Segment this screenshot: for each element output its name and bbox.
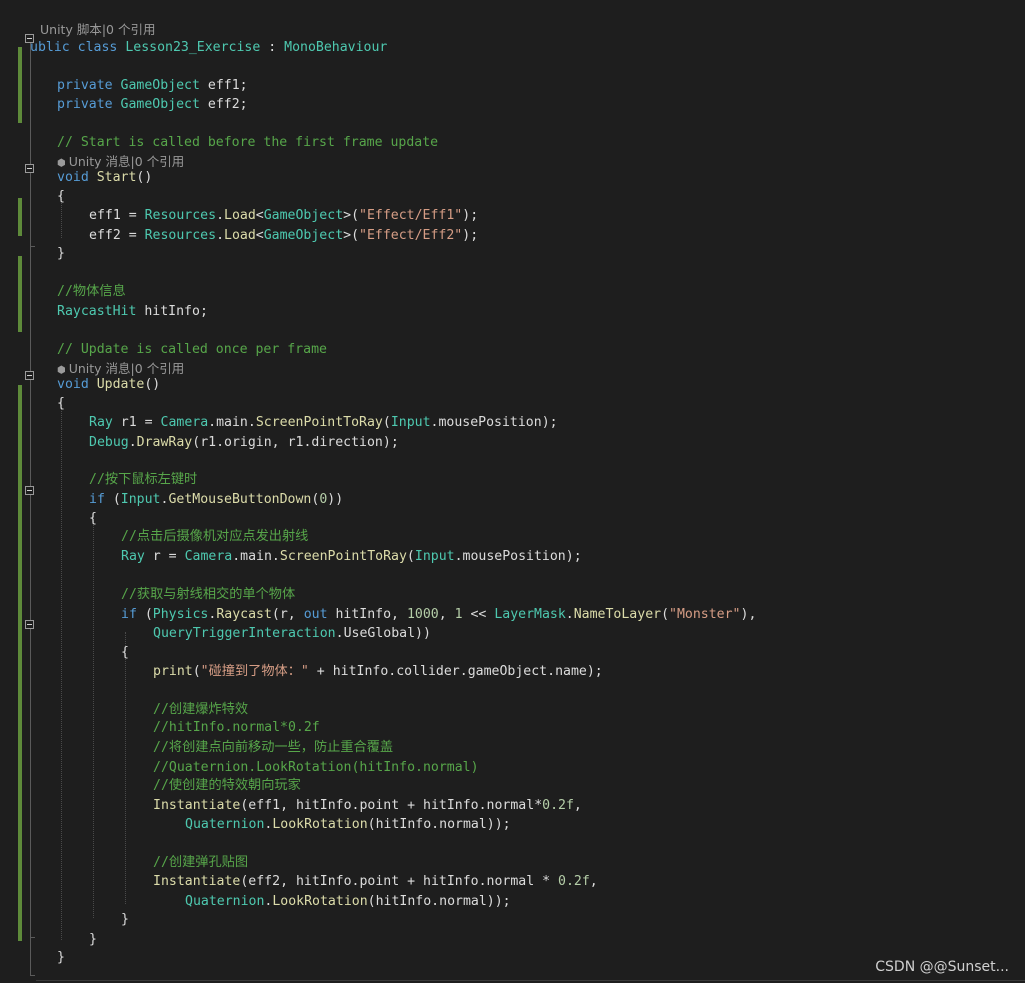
codelens-text: Unity 消息|0 个引用	[68, 361, 185, 376]
code-line: // Update is called once per frame	[57, 342, 327, 357]
code-line: Ray r = Camera.main.ScreenPointToRay(Inp…	[121, 549, 582, 564]
fold-end-marker	[30, 975, 35, 976]
code-line: private GameObject eff2;	[57, 97, 248, 112]
code-line: Quaternion.LookRotation(hitInfo.normal))…	[185, 894, 511, 909]
code-line: }	[89, 932, 97, 947]
indent-guide	[125, 632, 126, 904]
code-line: eff2 = Resources.Load<GameObject>("Effec…	[89, 228, 479, 243]
code-line: //点击后摄像机对应点发出射线	[121, 529, 309, 544]
changed-lines-marker	[18, 47, 22, 123]
code-line: }	[121, 912, 129, 927]
code-line: }	[57, 246, 65, 261]
code-line: ublic class Lesson23_Exercise : MonoBeha…	[30, 40, 388, 55]
fold-end-marker	[30, 937, 35, 938]
code-line: private GameObject eff1;	[57, 78, 248, 93]
code-line: //将创建点向前移动一些，防止重合覆盖	[153, 740, 394, 755]
code-line: //使创建的特效朝向玩家	[153, 778, 301, 793]
code-line: Quaternion.LookRotation(hitInfo.normal))…	[185, 817, 511, 832]
code-line: Instantiate(eff2, hitInfo.point + hitInf…	[153, 874, 598, 889]
code-line: //Quaternion.LookRotation(hitInfo.normal…	[153, 760, 479, 775]
code-editor[interactable]: Unity 脚本|0 个引用 ublic class Lesson23_Exerc…	[0, 0, 1025, 983]
code-line: //物体信息	[57, 284, 126, 299]
code-line: {	[57, 189, 65, 204]
code-line: Ray r1 = Camera.main.ScreenPointToRay(In…	[89, 415, 558, 430]
collapse-icon[interactable]	[25, 371, 34, 380]
watermark: CSDN @@Sunset...	[875, 959, 1009, 975]
code-line: {	[121, 645, 129, 660]
code-line: // Start is called before the first fram…	[57, 135, 439, 150]
code-line: void Update()	[57, 377, 161, 392]
codelens-annotation[interactable]: Unity 脚本|0 个引用	[40, 20, 155, 39]
fold-end-marker	[30, 246, 35, 247]
code-line: //按下鼠标左键时	[89, 472, 198, 487]
code-line: eff1 = Resources.Load<GameObject>("Effec…	[89, 208, 479, 223]
indent-guide	[93, 516, 94, 918]
collapse-icon[interactable]	[25, 164, 34, 173]
code-line: Debug.DrawRay(r1.origin, r1.direction);	[89, 435, 399, 450]
code-line: Instantiate(eff1, hitInfo.point + hitInf…	[153, 798, 582, 813]
indent-guide	[61, 402, 62, 940]
code-line: if (Physics.Raycast(r, out hitInfo, 1000…	[121, 607, 757, 622]
collapse-icon[interactable]	[25, 620, 34, 629]
horizontal-scrollbar[interactable]	[36, 980, 1025, 981]
code-line: {	[57, 396, 65, 411]
code-line: //hitInfo.normal*0.2f	[153, 720, 320, 735]
code-line: {	[89, 511, 97, 526]
changed-lines-marker	[18, 385, 22, 941]
code-line: //创建爆炸特效	[153, 702, 249, 717]
code-line: //获取与射线相交的单个物体	[121, 587, 296, 602]
code-line: QueryTriggerInteraction.UseGlobal))	[153, 626, 431, 641]
collapse-icon[interactable]	[25, 486, 34, 495]
code-line: //创建弹孔贴图	[153, 855, 249, 870]
codelens-text: Unity 消息|0 个引用	[68, 154, 185, 169]
code-line: }	[57, 950, 65, 965]
outline-line	[30, 40, 31, 976]
code-line: print("碰撞到了物体：" + hitInfo.collider.gameO…	[153, 664, 603, 679]
code-line: if (Input.GetMouseButtonDown(0))	[89, 492, 344, 507]
changed-lines-marker	[18, 256, 22, 332]
code-line: void Start()	[57, 170, 153, 185]
changed-lines-marker	[18, 198, 22, 236]
code-line: RaycastHit hitInfo;	[57, 304, 208, 319]
codelens-text: Unity 脚本|0 个引用	[40, 22, 156, 37]
